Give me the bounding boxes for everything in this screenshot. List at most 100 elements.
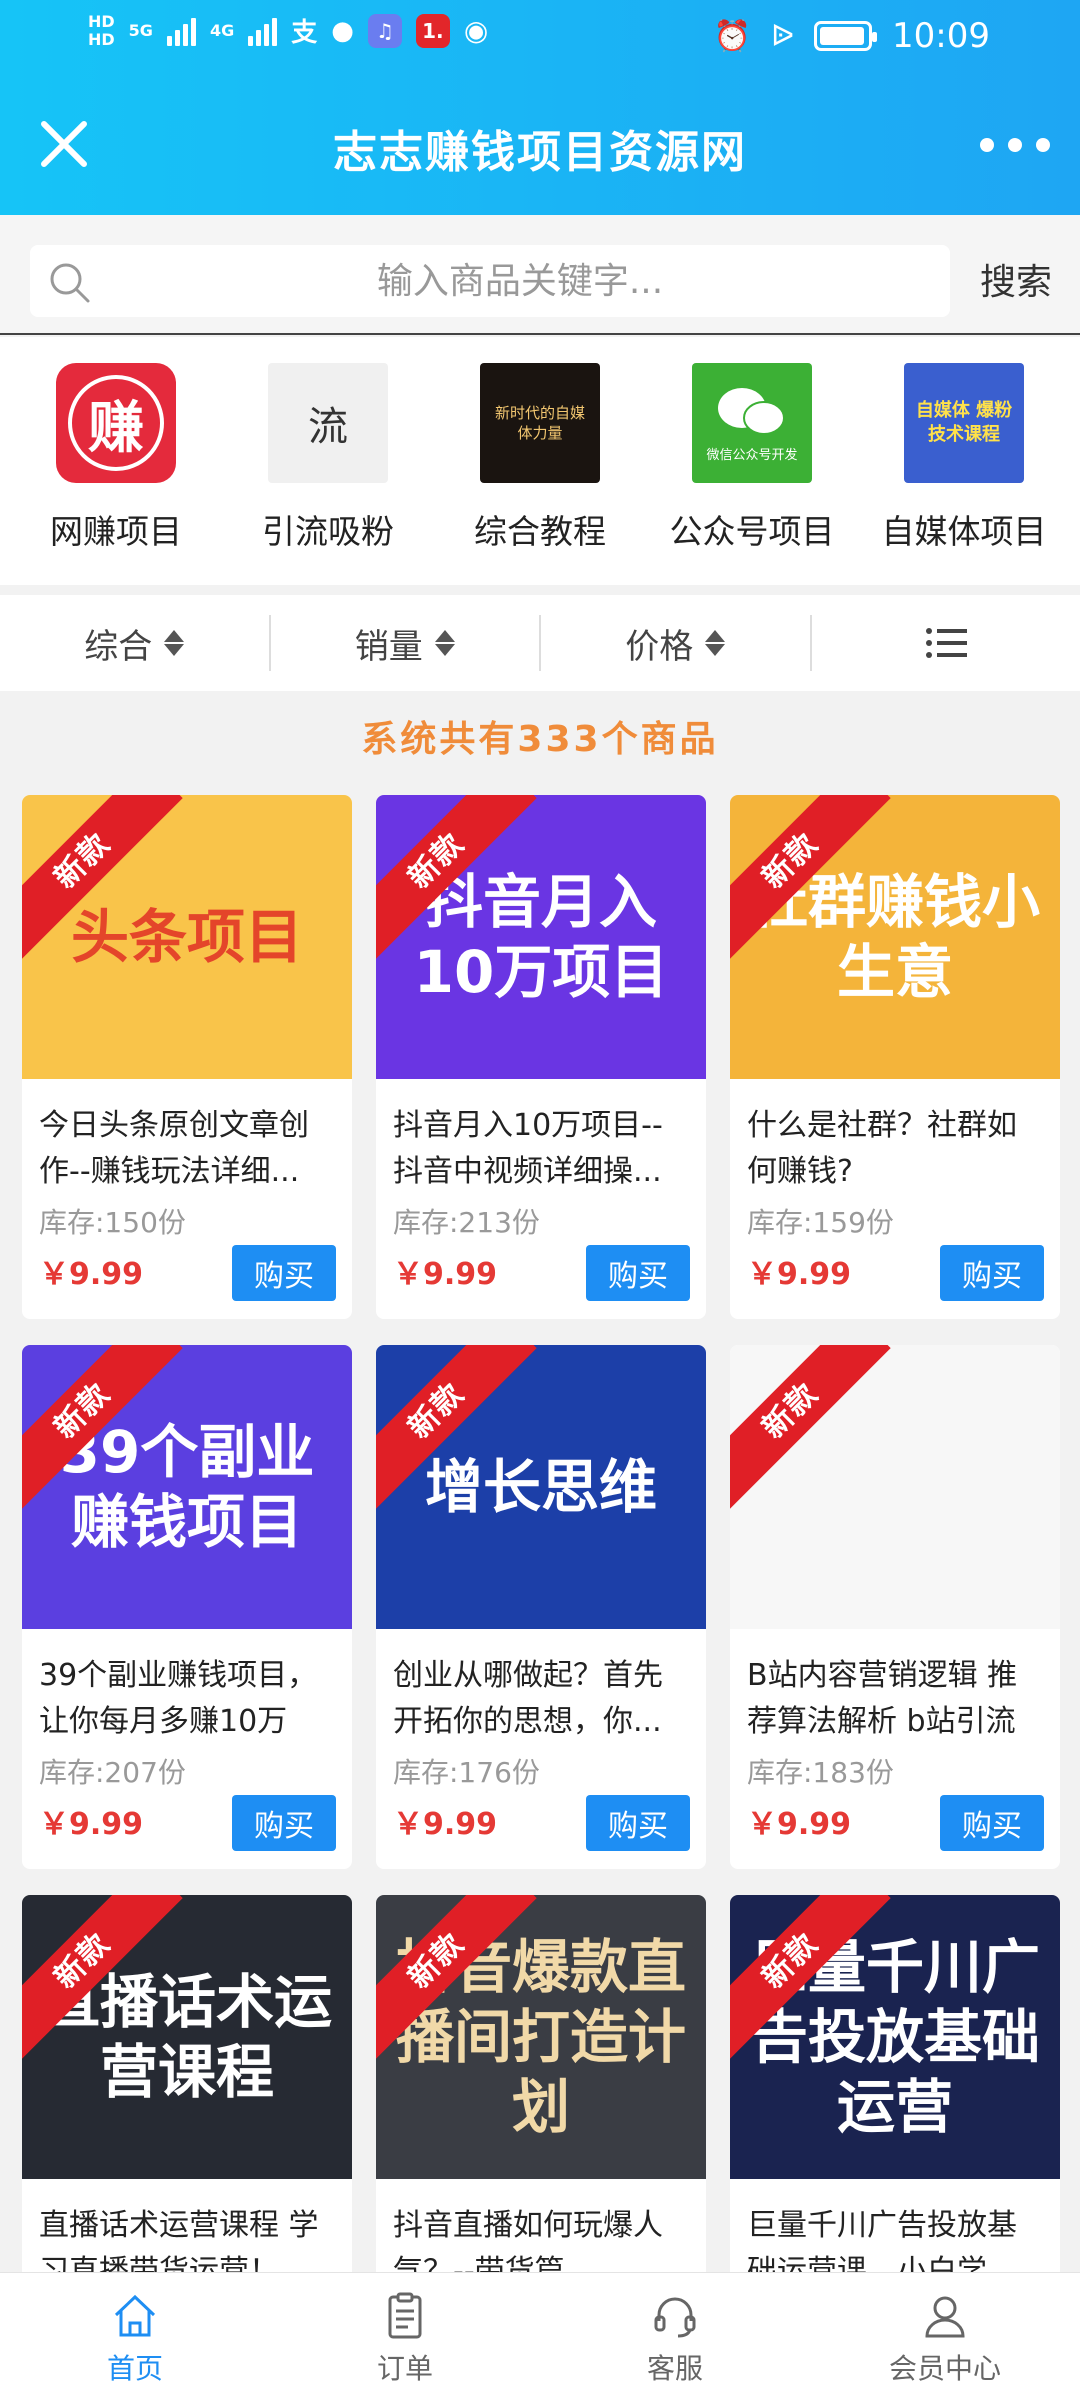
order-icon xyxy=(388,2292,422,2339)
product-stock: 库存:183份 xyxy=(747,1756,894,1789)
sort-price[interactable]: 价格 xyxy=(541,615,812,671)
product-title[interactable]: 什么是社群？社群如何赚钱? xyxy=(730,1103,1060,1195)
category-icon-tutorial: 新时代的自媒体力量 xyxy=(480,363,600,483)
product-stock: 库存:150份 xyxy=(39,1206,186,1239)
buy-button[interactable]: 购买 xyxy=(586,1245,690,1301)
product-price: ￥9.99 xyxy=(393,1257,498,1292)
network-4g: 4G xyxy=(209,21,235,40)
buy-button[interactable]: 购买 xyxy=(940,1245,1044,1301)
music-icon: ♫ xyxy=(367,13,402,48)
product-card[interactable]: 新款 B站内容营销逻辑 推荐算法解析 b站引流库存:183份 ￥9.99 购买 xyxy=(730,1345,1060,1869)
category-icon-liu: 流 xyxy=(268,363,388,483)
category-row: 赚 网赚项目 流 引流吸粉 新时代的自媒体力量 综合教程 微信公众号开发 公众号… xyxy=(0,337,1080,585)
product-title[interactable]: 39个副业赚钱项目，让你每月多赚10万 xyxy=(22,1653,352,1745)
alarm-icon: ⏰ xyxy=(713,18,751,54)
product-card[interactable]: 头条项目 新款今日头条原创文章创作--赚钱玩法详细... 库存:150份 ￥9.99 购… xyxy=(22,795,352,1319)
category-gongzhonghao[interactable]: 微信公众号开发 公众号项目 xyxy=(652,363,852,585)
product-title[interactable]: 今日头条原创文章创作--赚钱玩法详细... xyxy=(22,1103,352,1195)
sort-arrows-icon xyxy=(705,630,726,656)
search-bar: 搜索 xyxy=(0,215,1080,335)
product-banner-text: 增长思维 xyxy=(424,1453,657,1521)
product-image[interactable]: 巨量千川广告投放基础运营 新款 xyxy=(730,1895,1060,2179)
product-card[interactable]: 抖音月入10万项目 新款抖音月入10万项目--抖音中视频详细操... 库存:213份… xyxy=(376,795,706,1319)
category-icon-wechat: 微信公众号开发 xyxy=(692,363,812,483)
category-icon-media: 自媒体 爆粉技术课程 xyxy=(904,363,1024,483)
product-card[interactable]: 社群赚钱小生意 新款什么是社群？社群如何赚钱? 库存:159份 ￥9.99 购买 xyxy=(730,795,1060,1319)
notification-badge: 1. xyxy=(415,13,450,48)
status-bar: HD HD 5G 4G 支 ● ♫ 1. ◉ ⏰ ᐉ 10:09 xyxy=(0,0,1080,80)
battery-icon xyxy=(814,21,878,51)
wechat-icon xyxy=(718,387,785,435)
top-bar: HD HD 5G 4G 支 ● ♫ 1. ◉ ⏰ ᐉ 10:09 志志赚钱项目资… xyxy=(0,0,1080,215)
user-icon xyxy=(925,2296,965,2338)
chat-icon: ◉ xyxy=(463,14,489,47)
sort-comprehensive[interactable]: 综合 xyxy=(0,615,271,671)
headset-icon xyxy=(654,2297,696,2338)
product-image[interactable]: 抖音月入10万项目 新款 xyxy=(376,795,706,1079)
product-stock: 库存:159份 xyxy=(747,1206,894,1239)
category-zonghe[interactable]: 新时代的自媒体力量 综合教程 xyxy=(440,363,640,585)
category-icon-zhuan: 赚 xyxy=(56,363,176,483)
nav-orders[interactable]: 订单 xyxy=(270,2273,540,2400)
category-label: 综合教程 xyxy=(474,512,606,551)
search-input[interactable] xyxy=(110,245,930,317)
product-stock: 库存:213份 xyxy=(393,1206,540,1239)
sort-arrows-icon xyxy=(434,630,455,656)
product-image[interactable]: 39个副业赚钱项目 新款 xyxy=(22,1345,352,1629)
product-stock: 库存:176份 xyxy=(393,1756,540,1789)
search-button[interactable]: 搜索 xyxy=(980,253,1052,305)
status-left: HD HD 5G 4G 支 ● ♫ 1. ◉ xyxy=(88,12,488,49)
product-image[interactable]: 直播话术运营课程 新款 xyxy=(22,1895,352,2179)
hd-indicator: HD HD xyxy=(88,11,115,49)
category-label: 引流吸粉 xyxy=(262,512,394,551)
qq-icon: ● xyxy=(331,15,354,46)
buy-button[interactable]: 购买 xyxy=(586,1795,690,1851)
buy-button[interactable]: 购买 xyxy=(232,1795,336,1851)
signal-icon xyxy=(166,16,196,46)
category-wangzhuan[interactable]: 赚 网赚项目 xyxy=(16,363,216,585)
product-image[interactable]: 新款 xyxy=(730,1345,1060,1629)
product-stock: 库存:207份 xyxy=(39,1756,186,1789)
product-banner-text: 头条项目 xyxy=(70,903,303,971)
search-box[interactable] xyxy=(30,245,950,317)
bottom-nav: 首页 订单 客服 会员中心 xyxy=(0,2272,1080,2400)
product-image[interactable]: 增长思维 新款 xyxy=(376,1345,706,1629)
category-label: 自媒体项目 xyxy=(881,512,1047,551)
product-grid: 头条项目 新款 今日头条原创文章创作--赚钱玩法详细... 库存:150份 ￥9.99 购… xyxy=(22,795,1060,2400)
more-options-button[interactable] xyxy=(980,118,1050,172)
product-price: ￥9.99 xyxy=(39,1807,144,1842)
product-card[interactable]: 39个副业赚钱项目 新款 39个副业赚钱项目，让你每月多赚10万库存:207份 ￥9.… xyxy=(22,1345,352,1869)
search-icon xyxy=(50,263,90,303)
product-image[interactable]: 社群赚钱小生意 新款 xyxy=(730,795,1060,1079)
buy-button[interactable]: 购买 xyxy=(232,1245,336,1301)
product-price: ￥9.99 xyxy=(747,1807,852,1842)
product-price: ￥9.99 xyxy=(39,1257,144,1292)
clock: 10:09 xyxy=(892,16,990,56)
network-5g: 5G xyxy=(128,21,153,40)
title-bar: 志志赚钱项目资源网 xyxy=(0,90,1080,200)
page-title: 志志赚钱项目资源网 xyxy=(333,127,747,178)
home-icon xyxy=(114,2294,156,2337)
sort-arrows-icon xyxy=(164,630,185,656)
category-zimeiti[interactable]: 自媒体 爆粉技术课程 自媒体项目 xyxy=(864,363,1064,585)
product-image[interactable]: 头条项目 新款 xyxy=(22,795,352,1079)
product-price: ￥9.99 xyxy=(393,1807,498,1842)
product-card[interactable]: 增长思维 新款创业从哪做起？首先开拓你的思想，你... 库存:176份 ￥9.99 购买 xyxy=(376,1345,706,1869)
buy-button[interactable]: 购买 xyxy=(940,1795,1044,1851)
sort-sales[interactable]: 销量 xyxy=(271,615,541,671)
nav-service[interactable]: 客服 xyxy=(540,2273,810,2400)
view-toggle-button[interactable] xyxy=(812,615,1080,671)
product-image[interactable]: 抖音爆款直播间打造计划 新款 xyxy=(376,1895,706,2179)
product-price: ￥9.99 xyxy=(747,1257,852,1292)
new-ribbon: 新款 xyxy=(730,1345,891,1511)
status-right: ⏰ ᐉ 10:09 xyxy=(714,16,990,56)
product-title[interactable]: 创业从哪做起？首先开拓你的思想，你... xyxy=(376,1653,706,1745)
product-title[interactable]: B站内容营销逻辑 推荐算法解析 b站引流 xyxy=(730,1653,1060,1745)
nav-member[interactable]: 会员中心 xyxy=(810,2273,1080,2400)
product-title[interactable]: 抖音月入10万项目--抖音中视频详细操... xyxy=(376,1103,706,1195)
nav-home[interactable]: 首页 xyxy=(0,2273,270,2400)
product-count: 系统共有333个商品 xyxy=(361,719,719,760)
alipay-icon: 支 xyxy=(291,18,318,48)
category-yinliu[interactable]: 流 引流吸粉 xyxy=(228,363,428,585)
category-label: 公众号项目 xyxy=(669,512,835,551)
